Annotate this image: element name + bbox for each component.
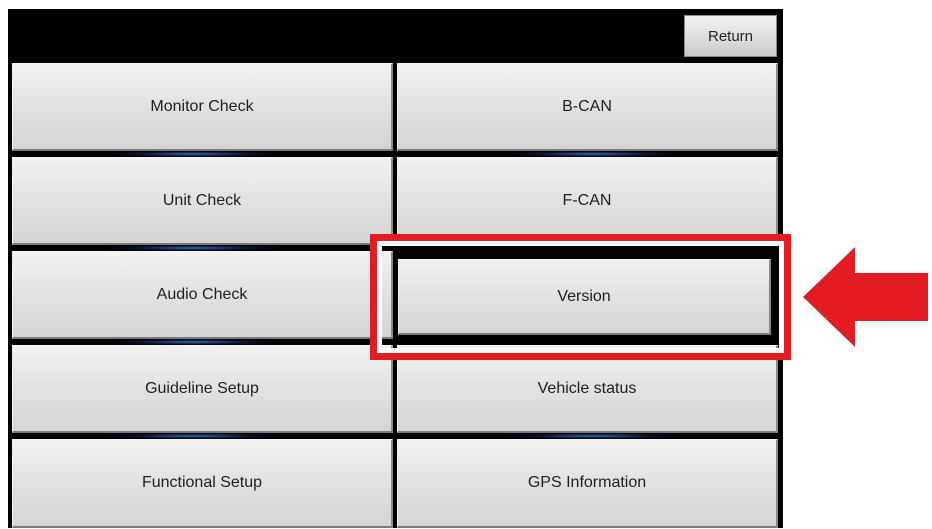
b-can-button[interactable]: B-CAN [397, 63, 778, 151]
version-button[interactable]: Version [398, 259, 771, 335]
f-can-button[interactable]: F-CAN [397, 157, 778, 245]
functional-setup-button[interactable]: Functional Setup [12, 439, 393, 528]
audio-check-button[interactable]: Audio Check [12, 251, 393, 339]
title-bar: Return [8, 9, 783, 59]
unit-check-button[interactable]: Unit Check [12, 157, 393, 245]
guideline-setup-button[interactable]: Guideline Setup [12, 345, 393, 433]
vehicle-status-button[interactable]: Vehicle status [397, 345, 778, 433]
arrow-left-icon [803, 247, 928, 347]
return-button[interactable]: Return [684, 15, 777, 57]
gps-information-button[interactable]: GPS Information [397, 439, 778, 528]
diagnostic-menu-screen: Return Monitor Check Unit Check Audio Ch… [8, 9, 783, 528]
monitor-check-button[interactable]: Monitor Check [12, 63, 393, 151]
